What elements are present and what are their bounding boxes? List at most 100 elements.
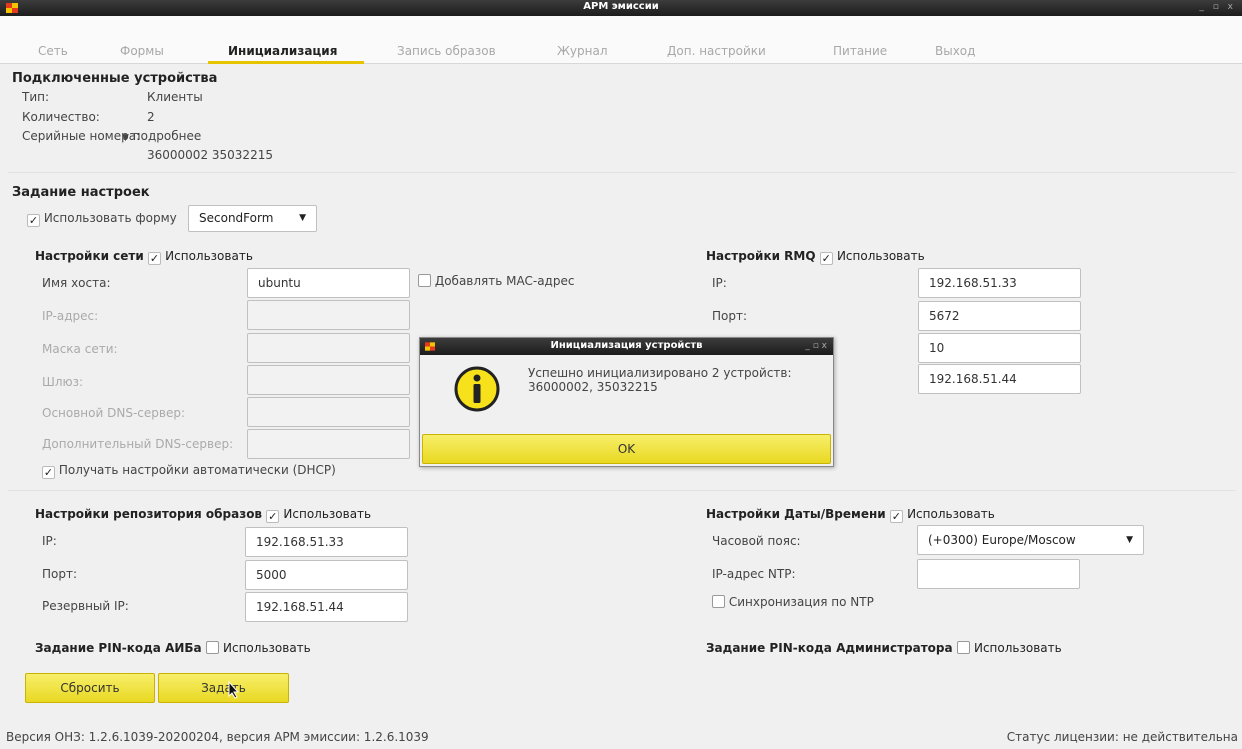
pin-admin-checkbox[interactable] [956,641,970,654]
ntp-ip-input[interactable] [917,559,1080,589]
mouse-cursor-icon [228,681,240,699]
dns1-input[interactable] [247,397,410,427]
pin-admin-use-label: Использовать [973,641,1062,655]
devices-heading: Подключенные устройства [12,71,218,86]
rmq-heading: Настройки RMQ ✓ Использовать [706,249,925,265]
add-mac-checkbox[interactable]: Добавлять MAC-адрес [418,274,574,288]
pin-aiba-checkbox[interactable] [205,641,219,654]
tab-initialization[interactable]: Инициализация [228,44,337,58]
dns2-label: Дополнительный DNS-сервер: [42,437,234,451]
chevron-down-icon: ▼ [299,213,306,223]
repo-backup-ip-label: Резервный IP: [42,599,129,613]
device-count-value: 2 [147,110,155,124]
ntp-sync-checkbox[interactable]: Синхронизация по NTP [712,595,874,609]
checkmark-icon[interactable]: ✓ [889,510,903,523]
divider [8,490,1236,491]
tab-power[interactable]: Питание [833,44,887,58]
dhcp-checkbox[interactable]: ✓ Получать настройки автоматически (DHCP… [42,463,336,479]
serials-value: 36000002 35032215 [147,148,273,162]
checkmark-icon: ✓ [27,214,40,227]
chevron-down-icon: ▼ [122,133,129,143]
tab-image-write[interactable]: Запись образов [397,44,496,58]
form-select[interactable]: SecondForm ▼ [188,205,317,232]
info-icon [454,366,500,412]
checkbox-box [418,274,431,287]
ip-address-input[interactable] [247,300,410,330]
tab-network[interactable]: Сеть [38,44,68,58]
device-type-value: Клиенты [147,90,203,104]
init-dialog: Инициализация устройств _ ▫ x Успешно ин… [419,337,834,467]
device-type-label: Тип: [22,90,50,104]
hostname-input[interactable]: ubuntu [247,268,410,298]
timezone-value: (+0300) Europe/Moscow [928,533,1076,547]
repo-use-label: Использовать [283,507,372,521]
rmq-port-label: Порт: [712,309,748,323]
pin-admin-heading: Задание PIN-кода Администратора Использо… [706,641,1062,655]
pin-aiba-use-label: Использовать [223,641,311,655]
repo-port-input[interactable]: 5000 [245,560,408,590]
rmq-use-label: Использовать [836,249,925,263]
dialog-titlebar: Инициализация устройств _ ▫ x [420,338,833,355]
rmq-ip-input[interactable]: 192.168.51.33 [918,268,1081,298]
rmq-field4-input[interactable]: 192.168.51.44 [918,364,1081,394]
tab-extra-settings[interactable]: Доп. настройки [667,44,766,58]
license-status: Статус лицензии: не действительна [1006,730,1238,744]
checkmark-icon[interactable]: ✓ [819,252,833,265]
dialog-message-line1: Успешно инициализировано 2 устройств: [528,366,792,380]
dialog-window-controls[interactable]: _ ▫ x [805,341,827,351]
netmask-input[interactable] [247,333,410,363]
dialog-message-line2: 36000002, 35032215 [528,380,658,394]
rmq-heading-text: Настройки RMQ [706,249,816,263]
tab-forms[interactable]: Формы [120,44,164,58]
gateway-input[interactable] [247,365,410,395]
dns1-label: Основной DNS-сервер: [42,406,185,420]
dns2-input[interactable] [247,429,410,459]
chevron-down-icon: ▼ [1126,535,1133,545]
use-form-checkbox[interactable]: ✓ Использовать форму [27,211,177,227]
repo-port-label: Порт: [42,567,78,581]
repo-backup-ip-input[interactable]: 192.168.51.44 [245,592,408,622]
hostname-label: Имя хоста: [42,276,111,290]
rmq-port-input[interactable]: 5672 [918,301,1081,331]
window-title: АРМ эмиссии [583,1,659,12]
tab-journal[interactable]: Журнал [557,44,608,58]
serials-details-toggle[interactable]: ▼ подробнее [122,129,201,143]
window-controls[interactable]: _ ▫ x [1199,2,1236,12]
pin-aiba-heading-text: Задание PIN-кода АИБа [35,641,202,655]
reset-button[interactable]: Сбросить [25,673,155,703]
network-heading-text: Настройки сети [35,249,144,263]
network-heading: Настройки сети ✓ Использовать [35,249,253,265]
rmq-field3-input[interactable]: 10 [918,333,1081,363]
window-titlebar: АРМ эмиссии _ ▫ x [0,0,1242,16]
repo-ip-label: IP: [42,534,57,548]
dialog-title: Инициализация устройств [550,340,703,351]
device-count-label: Количество: [22,110,100,124]
ip-address-label: IP-адрес: [42,309,99,323]
dialog-ok-button[interactable]: OK [422,434,831,464]
pin-admin-heading-text: Задание PIN-кода Администратора [706,641,953,655]
timezone-label: Часовой пояс: [712,534,801,548]
datetime-heading-text: Настройки Даты/Времени [706,507,886,521]
checkmark-icon: ✓ [42,466,55,479]
add-mac-label: Добавлять MAC-адрес [434,274,575,288]
tab-exit[interactable]: Выход [935,44,975,58]
repo-heading: Настройки репозитория образов ✓ Использо… [35,507,371,523]
version-status: Версия ОНЗ: 1.2.6.1039-20200204, версия … [6,730,429,744]
ntp-sync-label: Синхронизация по NTP [728,595,874,609]
repo-heading-text: Настройки репозитория образов [35,507,263,521]
apply-button[interactable]: Задать [158,673,289,703]
netmask-label: Маска сети: [42,342,118,356]
checkbox-box [712,595,725,608]
settings-heading: Задание настроек [12,185,150,200]
dhcp-label: Получать настройки автоматически (DHCP) [58,463,336,477]
rmq-ip-label: IP: [712,276,727,290]
checkmark-icon[interactable]: ✓ [147,252,161,265]
active-tab-indicator [208,61,364,64]
timezone-select[interactable]: (+0300) Europe/Moscow ▼ [917,525,1144,555]
checkmark-icon[interactable]: ✓ [266,510,280,523]
datetime-use-label: Использовать [907,507,995,521]
datetime-heading: Настройки Даты/Времени ✓ Использовать [706,507,995,523]
details-link: подробнее [132,129,202,143]
repo-ip-input[interactable]: 192.168.51.33 [245,527,408,557]
network-use-label: Использовать [165,249,253,263]
